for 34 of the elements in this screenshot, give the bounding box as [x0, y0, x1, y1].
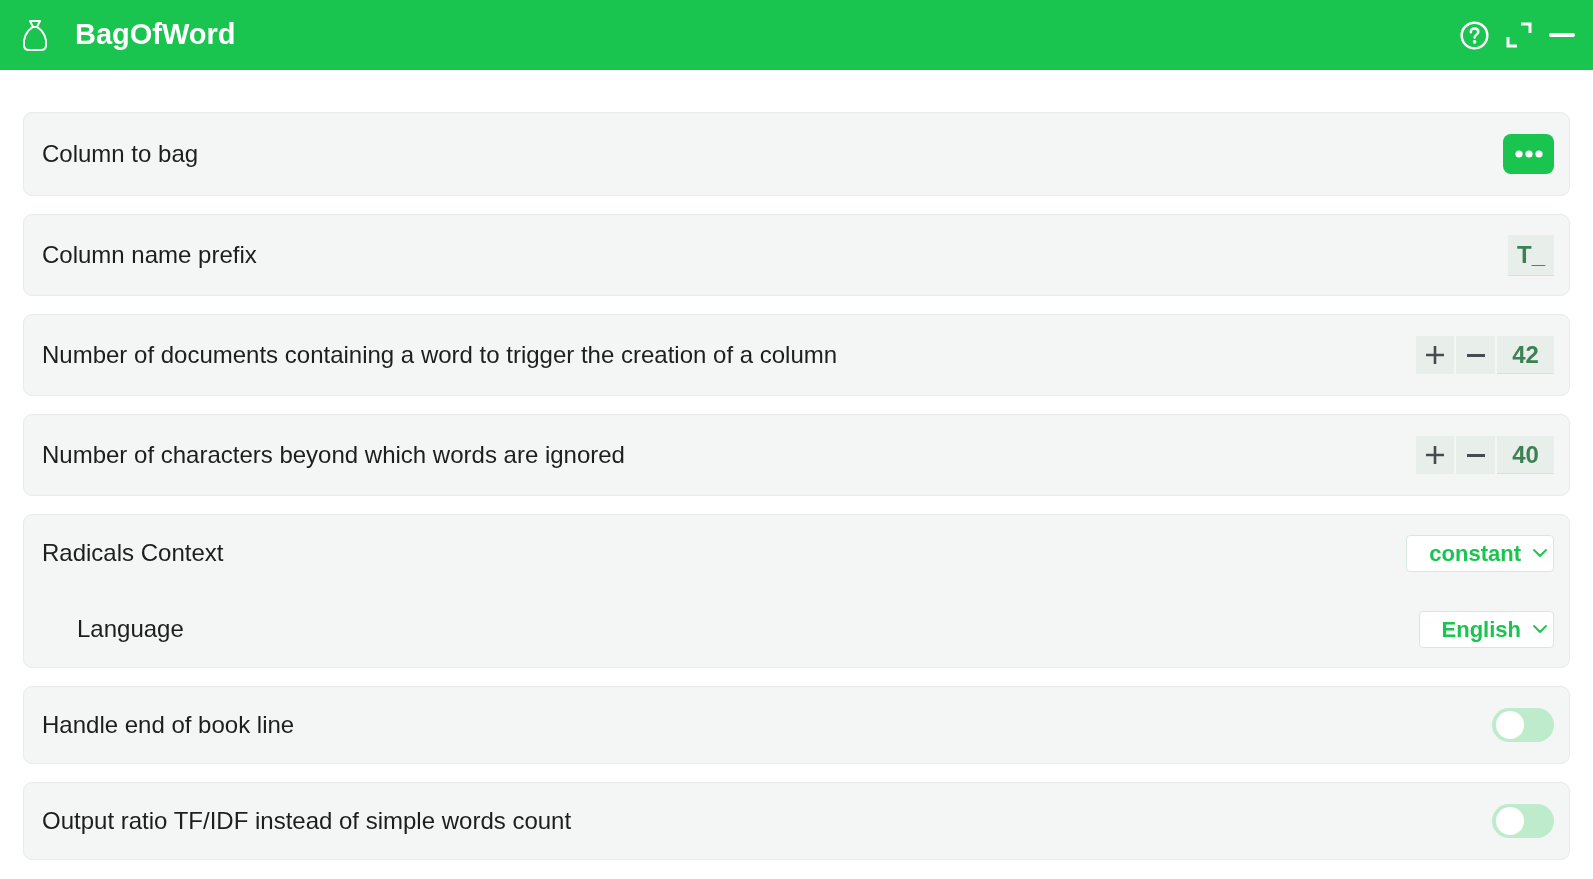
chevron-down-icon — [1533, 549, 1547, 557]
window-title: BagOfWord — [75, 17, 236, 53]
setting-label: Column name prefix — [42, 240, 257, 270]
setting-label: Number of characters beyond which words are ignored — [42, 440, 625, 470]
increment-button[interactable] — [1416, 336, 1454, 374]
number-input[interactable]: 40 — [1497, 436, 1554, 474]
minus-icon — [1466, 353, 1485, 357]
setting-label: Number of documents containing a word to trigger the creation of a column — [42, 340, 838, 370]
increment-button[interactable] — [1416, 436, 1454, 474]
toggle-knob — [1496, 711, 1524, 739]
bag-icon — [22, 19, 48, 51]
setting-label: Output ratio TF/IDF instead of simple words count — [42, 806, 572, 836]
dropdown[interactable]: constant — [1406, 534, 1554, 572]
setting-label: Language — [76, 614, 184, 644]
toggle-knob — [1496, 807, 1524, 835]
ellipsis-icon — [1514, 150, 1543, 158]
toggle-switch[interactable] — [1492, 708, 1554, 742]
setting-label: Handle end of book line — [42, 710, 295, 740]
dropdown[interactable]: English — [1418, 610, 1554, 648]
minus-icon — [1466, 453, 1485, 457]
setting-label: Radicals Context — [42, 538, 224, 568]
help-icon[interactable] — [1460, 20, 1489, 50]
minimize-icon[interactable] — [1549, 32, 1575, 38]
more-options-button[interactable] — [1503, 134, 1554, 174]
chevron-down-icon — [1533, 625, 1547, 633]
number-input[interactable]: 42 — [1497, 336, 1554, 374]
decrement-button[interactable] — [1456, 436, 1495, 474]
prefix-input[interactable]: T_ — [1508, 234, 1554, 276]
plus-icon — [1426, 446, 1444, 464]
decrement-button[interactable] — [1456, 336, 1495, 374]
expand-icon[interactable] — [1506, 22, 1532, 48]
setting-label: Column to bag — [42, 139, 199, 169]
plus-icon — [1426, 346, 1444, 364]
toggle-switch[interactable] — [1492, 804, 1554, 838]
